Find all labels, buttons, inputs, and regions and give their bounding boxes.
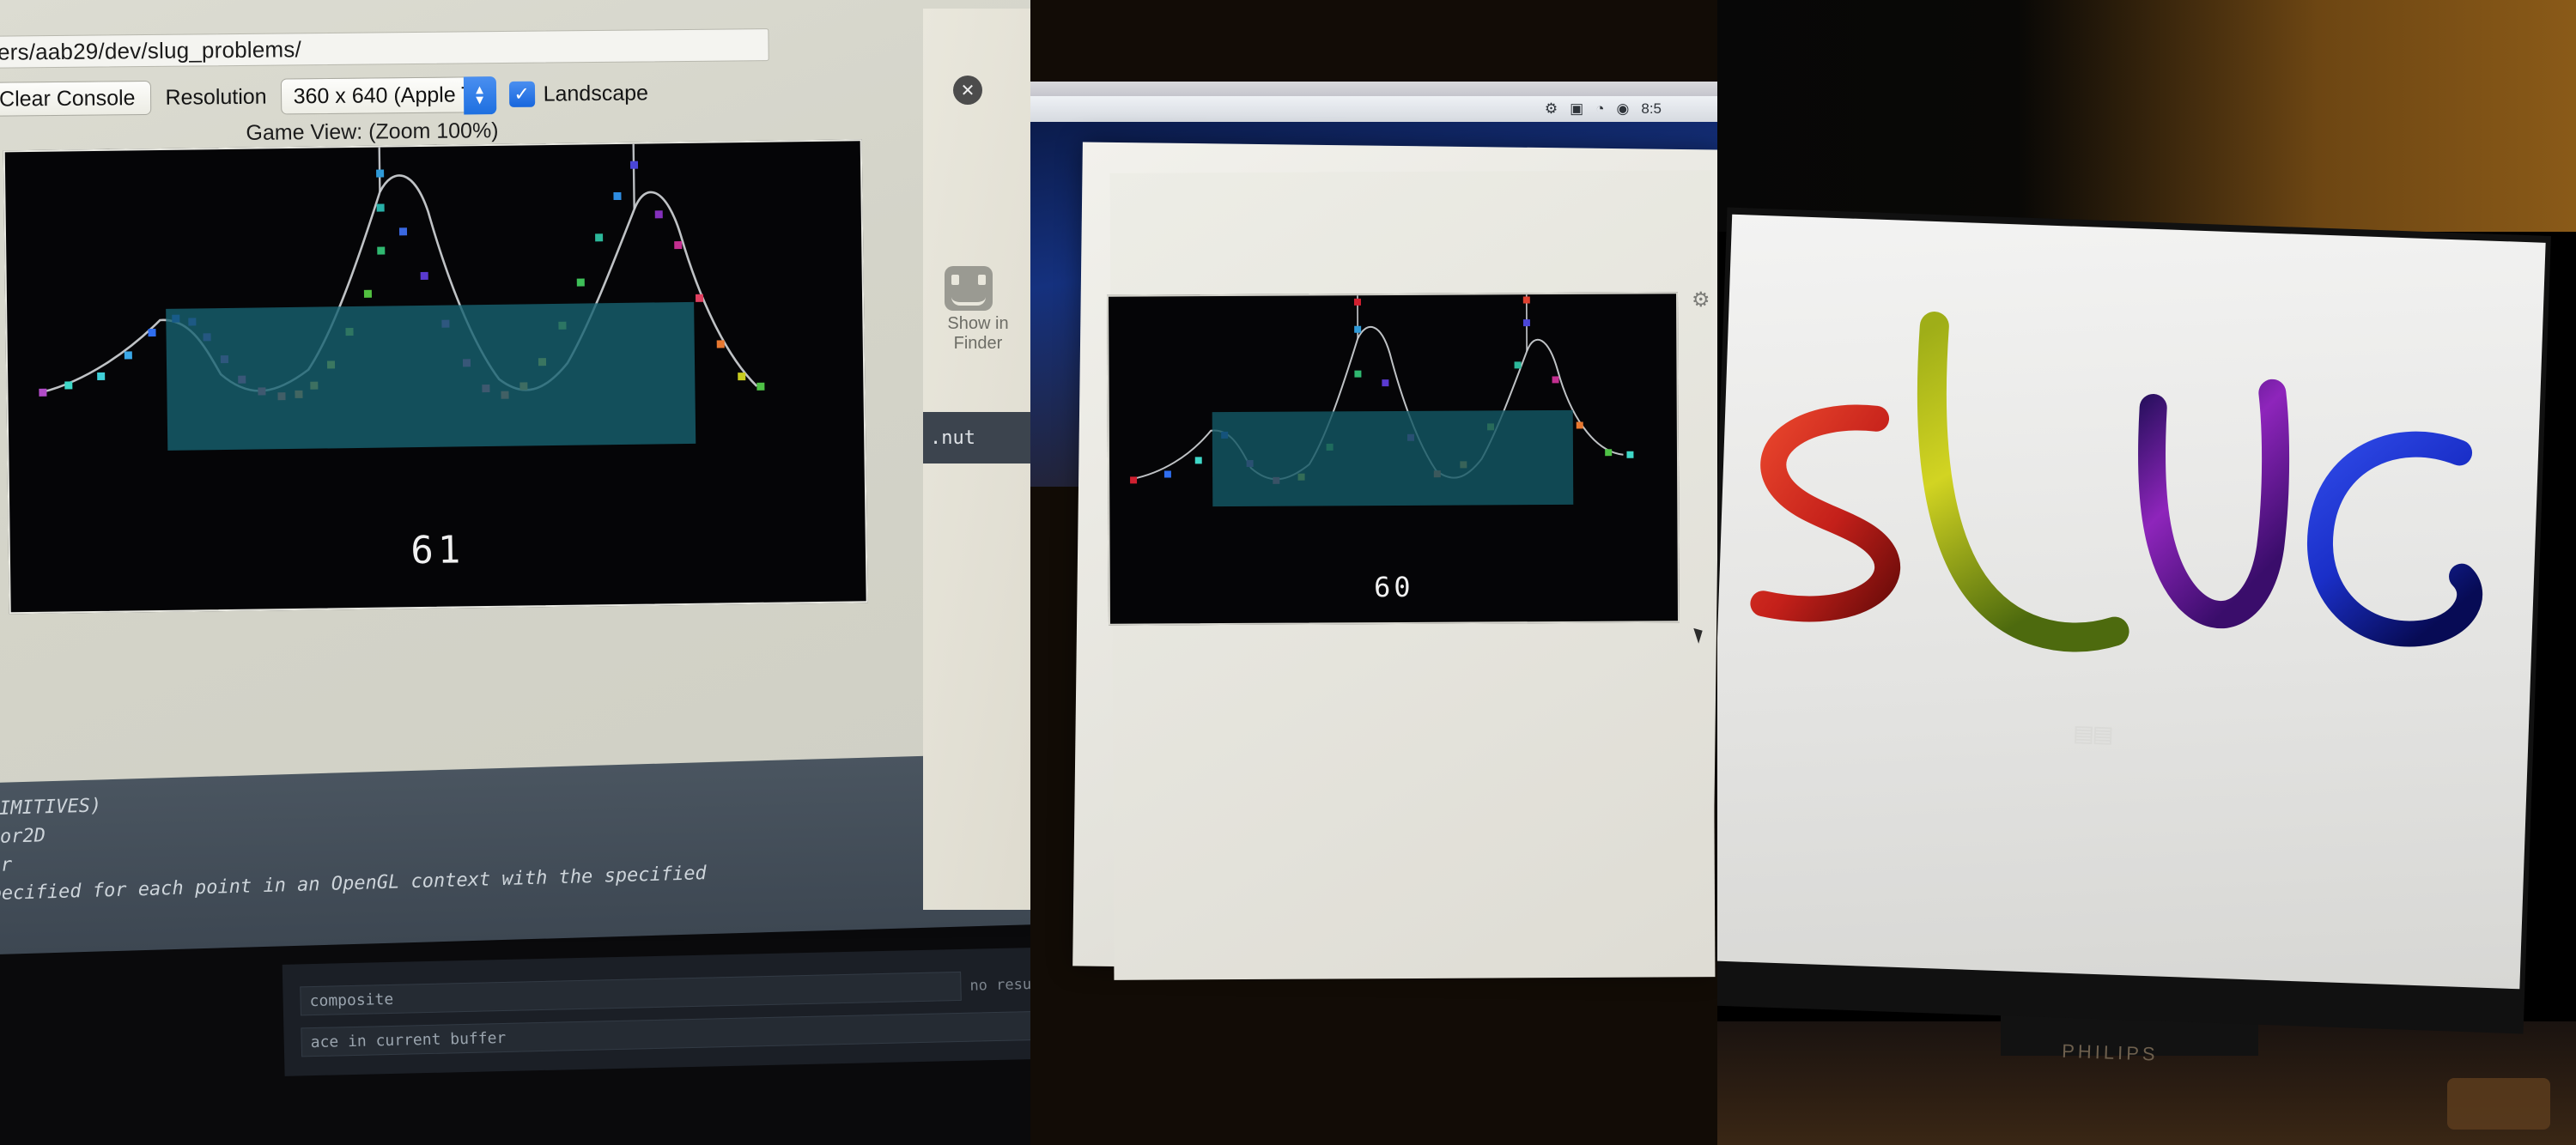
close-icon[interactable]: ✕ bbox=[953, 76, 982, 105]
macbook-menubar: ⚙ ▣ ◔ ◉ 8:5 bbox=[1030, 96, 1717, 122]
stepper-down-icon: ▼ bbox=[473, 93, 487, 108]
background-wall bbox=[1717, 0, 2576, 232]
wifi-icon[interactable]: ◉ bbox=[1617, 100, 1630, 118]
left-laptop-screen: ///Users/aab29/dev/slug_problems/ › Clea… bbox=[0, 0, 1030, 1145]
file-tab-nut[interactable]: .nut bbox=[923, 412, 1030, 463]
right-monitor-area: ▤▤ PHILIPS bbox=[1717, 0, 2576, 1145]
finder-smile-icon bbox=[951, 297, 986, 306]
battery-icon[interactable]: ◔ bbox=[1595, 100, 1604, 118]
find-input: composite bbox=[300, 971, 962, 1016]
replace-input-value: ace in current buffer bbox=[310, 1028, 507, 1051]
game-editor-window: ///Users/aab29/dev/slug_problems/ › Clea… bbox=[0, 0, 1030, 956]
editor-toolbar: › Clear Console Resolution 360 x 640 (Ap… bbox=[0, 71, 802, 121]
letter-l bbox=[1917, 312, 2129, 652]
landscape-checkbox-wrap[interactable]: ✓ Landscape bbox=[508, 80, 648, 107]
console-output[interactable]: GL_PRIMITIVES) XVector2D XColor or speci… bbox=[0, 752, 1030, 956]
resolution-stepper[interactable]: ▲ ▼ bbox=[463, 76, 496, 115]
letter-g bbox=[2306, 431, 2483, 647]
monitor-osd-indicator: ▤▤ bbox=[2074, 716, 2115, 752]
fps-counter-secondary: 60 bbox=[1373, 570, 1414, 604]
letter-s bbox=[1750, 404, 1901, 622]
selection-rectangle bbox=[166, 301, 696, 451]
game-view-canvas-secondary[interactable]: 60 bbox=[1106, 292, 1680, 626]
gear-icon[interactable]: ⚙ bbox=[1545, 100, 1558, 118]
show-in-finder-label[interactable]: Show in Finder bbox=[927, 314, 1029, 354]
address-bar-value: ///Users/aab29/dev/slug_problems/ bbox=[0, 35, 302, 65]
letter-u bbox=[2137, 379, 2290, 628]
game-view-canvas[interactable]: 61 bbox=[3, 139, 868, 615]
replace-input: ace in current buffer bbox=[301, 1010, 1030, 1057]
find-replace-bar: composite no results Find .* Aa ☰ ▤ ace … bbox=[282, 941, 1030, 1076]
menubar-clock: 8:5 bbox=[1641, 100, 1662, 117]
display-icon[interactable]: ▣ bbox=[1570, 100, 1583, 118]
resolution-label: Resolution bbox=[165, 84, 267, 110]
find-input-value: composite bbox=[309, 990, 394, 1010]
find-results-text: no results bbox=[969, 975, 1030, 995]
address-bar[interactable]: ///Users/aab29/dev/slug_problems/ bbox=[0, 28, 769, 70]
desk-object bbox=[2447, 1078, 2550, 1130]
photo-stage: ///Users/aab29/dev/slug_problems/ › Clea… bbox=[0, 0, 2576, 1145]
middle-macbook-screen: ⚙ ▣ ◔ ◉ 8:5 ⚙ 60 bbox=[1030, 0, 1717, 1145]
landscape-check-icon: ✓ bbox=[508, 81, 535, 107]
philips-monitor: ▤▤ PHILIPS bbox=[1717, 207, 2551, 1065]
selection-rectangle-secondary bbox=[1212, 409, 1574, 507]
game-view-label: Game View: (Zoom 100%) bbox=[246, 118, 499, 145]
settings-gear-icon[interactable]: ⚙ bbox=[1692, 288, 1714, 312]
monitor-screen: ▤▤ bbox=[1717, 214, 2546, 990]
clear-console-button[interactable]: Clear Console bbox=[0, 80, 152, 117]
landscape-label: Landscape bbox=[543, 80, 649, 106]
slug-artwork bbox=[1750, 312, 2483, 652]
resolution-select-value: 360 x 640 (Apple T... bbox=[293, 82, 490, 108]
resolution-select[interactable]: 360 x 640 (Apple T... ▲ ▼ bbox=[280, 76, 496, 115]
